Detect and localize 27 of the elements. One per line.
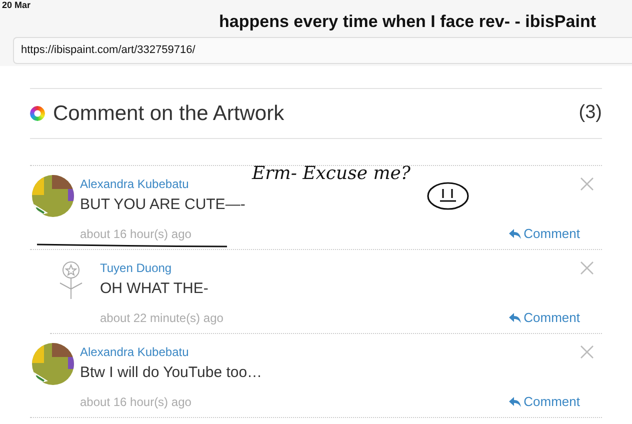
color-ring-icon (30, 106, 45, 121)
reply-icon (508, 229, 521, 239)
comment-time: about 16 hour(s) ago (80, 227, 192, 241)
reply-link[interactable]: Comment (508, 393, 580, 411)
close-icon[interactable] (580, 261, 594, 275)
author-link[interactable]: Alexandra Kubebatu (80, 343, 580, 361)
reply-icon (508, 313, 521, 323)
comment-text: BUT YOU ARE CUTE—- (80, 195, 246, 215)
comment-count: (3) (578, 101, 602, 126)
close-icon[interactable] (580, 345, 594, 359)
avatar-drawing (32, 175, 74, 217)
avatar-drawing (32, 343, 74, 385)
comment-text: OH WHAT THE- (100, 279, 208, 299)
section-heading: Comment on the Artwork (53, 100, 284, 127)
address-field[interactable]: https://ibispaint.com/art/332759716/ (13, 37, 632, 64)
close-icon[interactable] (580, 177, 594, 191)
reply-link[interactable]: Comment (508, 309, 580, 327)
comment-text: Btw I will do YouTube too… (80, 363, 262, 383)
author-link[interactable]: Tuyen Duong (100, 259, 580, 277)
comment-time: about 22 minute(s) ago (100, 311, 224, 325)
reply-icon (508, 397, 521, 407)
reply-link[interactable]: Comment (508, 225, 580, 243)
status-date: 20 Mar (1, 0, 32, 10)
face-doodle-icon (425, 180, 471, 210)
comment-time: about 16 hour(s) ago (80, 395, 192, 409)
page-title: happens every time when I face rev- - ibisPaint (218, 11, 597, 33)
handwritten-note: Erm- Excuse me? (252, 162, 411, 186)
